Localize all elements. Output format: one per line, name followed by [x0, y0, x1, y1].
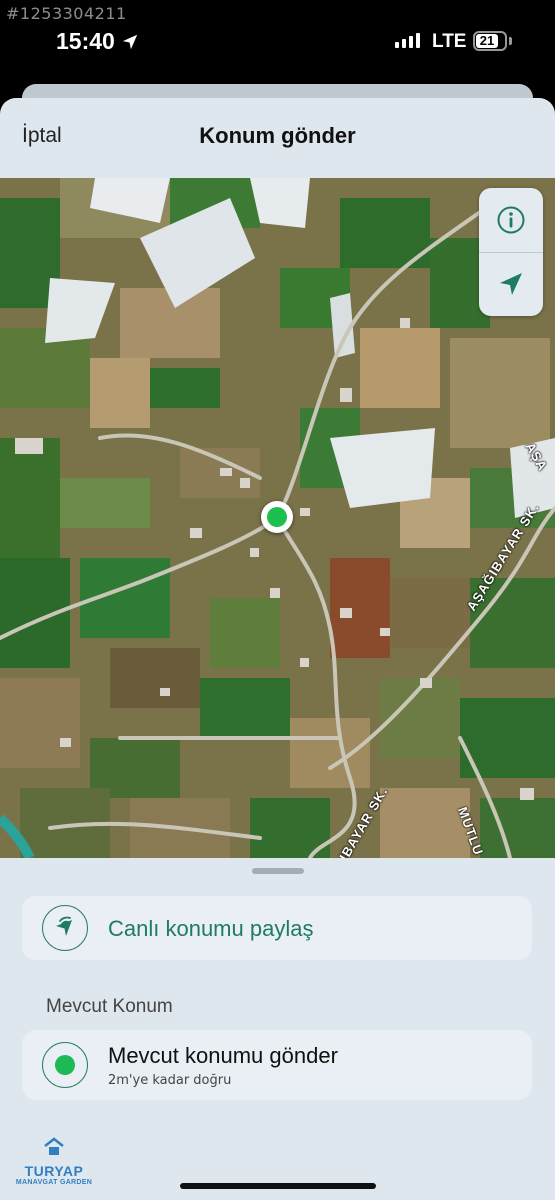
- satellite-map[interactable]: AŞAĞIBAYAR SK. AŞAĞIBAYAR SK. MUTLU SELİ…: [0, 178, 555, 858]
- share-live-location-label: Canlı konumu paylaş: [108, 916, 314, 941]
- current-location-dot: [55, 1055, 75, 1075]
- location-arrow-icon: [500, 273, 522, 295]
- battery-icon: 21: [473, 31, 507, 51]
- live-location-glyph: [56, 916, 72, 936]
- cellular-signal-icon: [395, 33, 420, 48]
- location-accuracy: 2m'ye kadar doğru: [108, 1073, 232, 1088]
- battery-level: 21: [476, 34, 498, 48]
- current-location-radio-icon: [42, 1042, 88, 1088]
- home-indicator[interactable]: [180, 1183, 376, 1189]
- live-location-icon: [42, 905, 88, 951]
- logo-house-icon: [44, 1137, 64, 1155]
- status-time-text: 15:40: [56, 28, 115, 54]
- map-info-button[interactable]: [479, 188, 543, 252]
- logo-name: TURYAP: [24, 1163, 84, 1179]
- info-icon: [497, 206, 525, 234]
- status-time: 15:40: [56, 28, 139, 55]
- battery-tip: [509, 37, 512, 45]
- page-title: Konum gönder: [199, 123, 356, 148]
- current-location-section-title: Mevcut Konum: [46, 996, 173, 1017]
- network-type: LTE: [432, 31, 467, 52]
- send-location-sheet: İptal Konum gönder AŞAĞIBAYAR SK. AŞA Ca…: [0, 98, 555, 1200]
- location-services-icon: [122, 34, 138, 49]
- turyap-logo: TURYAP MANAVGAT GARDEN: [14, 1136, 94, 1186]
- map-controls: [479, 188, 543, 316]
- send-current-location-label: Mevcut konumu gönder: [108, 1043, 338, 1068]
- status-bar: 15:40 LTE 21: [0, 0, 555, 84]
- user-location-pin: [261, 501, 293, 533]
- share-live-location-button[interactable]: Canlı konumu paylaş: [22, 896, 532, 960]
- navigation-bar: İptal Konum gönder: [0, 98, 555, 178]
- sheet-grabber[interactable]: [252, 868, 304, 874]
- logo-subtitle: MANAVGAT GARDEN: [15, 1179, 93, 1186]
- send-current-location-button[interactable]: Mevcut konumu gönder 2m'ye kadar doğru: [22, 1030, 532, 1100]
- current-location-button[interactable]: [479, 252, 543, 316]
